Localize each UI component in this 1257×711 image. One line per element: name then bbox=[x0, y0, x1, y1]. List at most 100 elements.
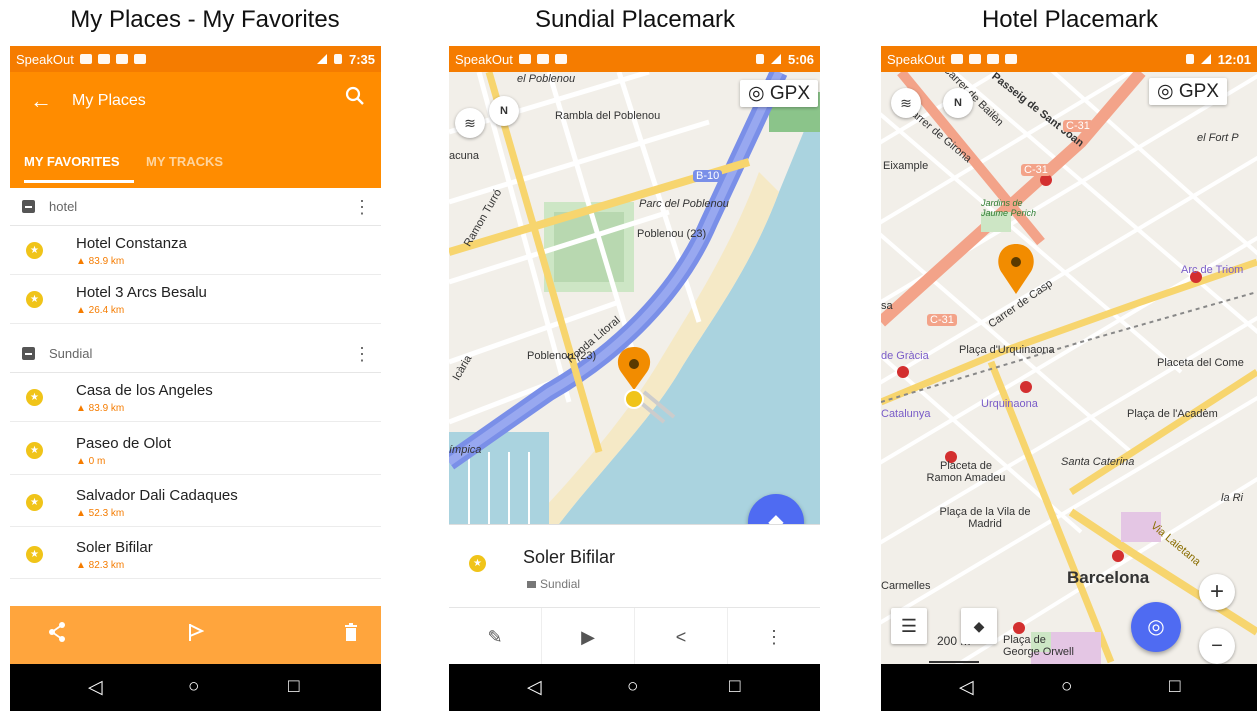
chat-icon bbox=[518, 54, 531, 64]
map-label: Plaça de George Orwell bbox=[1003, 634, 1074, 658]
nav-home-icon[interactable]: ○ bbox=[1061, 676, 1072, 698]
phone-my-places: SpeakOut 7:35 ← My Places MY FAVORITES M… bbox=[10, 46, 381, 711]
zoom-out-icon[interactable]: − bbox=[1199, 628, 1235, 664]
search-icon[interactable] bbox=[345, 86, 365, 112]
item-distance: ▲ 0 m bbox=[76, 456, 106, 467]
zoom-in-icon[interactable]: + bbox=[1199, 574, 1235, 610]
menu-icon[interactable]: ☰ bbox=[891, 608, 927, 644]
system-nav-bar: ◁ ○ □ bbox=[881, 664, 1257, 711]
list-item[interactable]: ★ Paseo de Olot ▲ 0 m bbox=[10, 426, 381, 475]
map-label: de Gràcia bbox=[881, 350, 929, 362]
layers-icon[interactable]: ≋ bbox=[891, 88, 921, 118]
map-label: Placeta de Ramon Amadeu bbox=[926, 460, 1006, 484]
map-view[interactable]: Carrer de Bailèn Passeig de Sant Joan Ca… bbox=[881, 72, 1257, 664]
flag-icon[interactable] bbox=[188, 622, 205, 648]
compass-icon[interactable]: N bbox=[943, 88, 973, 118]
image-icon bbox=[554, 54, 567, 64]
share-icon[interactable] bbox=[48, 622, 66, 648]
nav-home-icon[interactable]: ○ bbox=[627, 676, 638, 698]
item-name: Hotel Constanza bbox=[76, 235, 187, 252]
map-label: el Fort P bbox=[1197, 132, 1239, 144]
nav-back-icon[interactable]: ◁ bbox=[88, 676, 103, 699]
layers-icon[interactable]: ≋ bbox=[455, 108, 485, 138]
chat-icon bbox=[79, 54, 92, 64]
directions-icon[interactable]: ◆ bbox=[961, 608, 997, 644]
share-icon[interactable]: < bbox=[635, 608, 728, 665]
category-label: Sundial bbox=[540, 577, 581, 591]
message-icon bbox=[968, 54, 981, 64]
carrier-label: SpeakOut bbox=[16, 51, 74, 67]
clock: 12:01 bbox=[1217, 51, 1251, 67]
item-distance: ▲ 52.3 km bbox=[76, 508, 125, 519]
group-label: Sundial bbox=[49, 346, 93, 361]
page-title: My Places bbox=[72, 92, 146, 109]
image-icon bbox=[986, 54, 999, 64]
road-badge: B-10 bbox=[693, 170, 723, 182]
phone-hotel-placemark: SpeakOut 12:01 Carrer de Bailèn Passeig … bbox=[881, 46, 1257, 711]
delete-icon[interactable] bbox=[344, 622, 358, 648]
item-name: Casa de los Angeles bbox=[76, 382, 213, 399]
nav-recents-icon[interactable]: □ bbox=[288, 676, 299, 698]
flag-icon[interactable]: ▶ bbox=[542, 608, 635, 665]
location-icon bbox=[755, 54, 764, 64]
nav-back-icon[interactable]: ◁ bbox=[527, 676, 542, 699]
gpx-button[interactable]: ◎ GPX bbox=[1149, 78, 1227, 105]
road-badge: C-31 bbox=[927, 314, 957, 326]
list-item[interactable]: ★ Casa de los Angeles ▲ 83.9 km bbox=[10, 373, 381, 422]
status-bar: SpeakOut 7:35 bbox=[10, 46, 381, 72]
list-item[interactable]: ★ Salvador Dali Cadaques ▲ 52.3 km bbox=[10, 478, 381, 527]
group-header-hotel[interactable]: hotel ⋮ bbox=[10, 188, 381, 226]
app-bar: ← My Places MY FAVORITES MY TRACKS bbox=[10, 72, 381, 188]
road-badge: C-31 bbox=[1063, 120, 1093, 132]
tab-my-tracks[interactable]: MY TRACKS bbox=[146, 154, 223, 169]
phone-sundial-placemark: SpeakOut 5:06 el Poblenou Rambla del Pob… bbox=[449, 46, 820, 711]
road-badge: C-31 bbox=[1021, 164, 1051, 176]
edit-icon[interactable]: ✎ bbox=[449, 608, 542, 665]
map-label: Arc de Triom bbox=[1181, 264, 1244, 276]
action-bar bbox=[10, 606, 381, 664]
map-label: sa bbox=[881, 300, 893, 312]
group-header-sundial[interactable]: Sundial ⋮ bbox=[10, 335, 381, 373]
placemark-card: ★ Soler Bifilar Sundial ✎ ▶ < ⋮ bbox=[449, 524, 820, 665]
panel-title-my-places: My Places - My Favorites bbox=[70, 6, 340, 33]
nav-recents-icon[interactable]: □ bbox=[729, 676, 740, 698]
star-icon: ★ bbox=[26, 389, 43, 406]
placemark-category: Sundial bbox=[527, 577, 580, 591]
message-icon bbox=[97, 54, 110, 64]
map-label: Placeta del Come bbox=[1157, 357, 1244, 369]
star-icon: ★ bbox=[26, 494, 43, 511]
mail-icon bbox=[1004, 54, 1017, 64]
map-label: Barcelona bbox=[1067, 568, 1150, 587]
list-item[interactable]: ★ Hotel 3 Arcs Besalu ▲ 26.4 km bbox=[10, 275, 381, 324]
list-item[interactable]: ★ Hotel Constanza ▲ 83.9 km bbox=[10, 226, 381, 275]
map-view[interactable]: el Poblenou Rambla del Poblenou Parc del… bbox=[449, 72, 820, 524]
gpx-button[interactable]: ◎ GPX bbox=[740, 80, 818, 107]
star-icon: ★ bbox=[26, 442, 43, 459]
map-label: Jardins de Jaume Perich bbox=[981, 198, 1037, 218]
placemark-actions: ✎ ▶ < ⋮ bbox=[449, 607, 820, 665]
folder-icon bbox=[527, 581, 536, 588]
map-label: ímpica bbox=[449, 444, 482, 456]
map-label: Eixample bbox=[883, 160, 929, 172]
nav-back-icon[interactable]: ◁ bbox=[959, 676, 974, 699]
clock: 7:35 bbox=[348, 51, 375, 67]
nav-recents-icon[interactable]: □ bbox=[1169, 676, 1180, 698]
item-distance: ▲ 82.3 km bbox=[76, 560, 125, 571]
collapse-icon[interactable] bbox=[22, 347, 35, 360]
map-label: Catalunya bbox=[881, 408, 931, 420]
more-vert-icon[interactable]: ⋮ bbox=[353, 345, 371, 363]
compass-icon[interactable]: N bbox=[489, 96, 519, 126]
my-location-fab-icon[interactable]: ◎ bbox=[1131, 602, 1181, 652]
collapse-icon[interactable] bbox=[22, 200, 35, 213]
list-item[interactable]: ★ Soler Bifilar ▲ 82.3 km bbox=[10, 530, 381, 579]
back-arrow-icon[interactable]: ← bbox=[30, 88, 52, 114]
image-icon bbox=[115, 54, 128, 64]
tab-my-favorites[interactable]: MY FAVORITES bbox=[24, 154, 120, 169]
star-icon: ★ bbox=[26, 291, 43, 308]
more-vert-icon[interactable]: ⋮ bbox=[728, 608, 820, 665]
tab-indicator bbox=[24, 180, 134, 183]
map-label: la Ri bbox=[1221, 492, 1244, 504]
nav-home-icon[interactable]: ○ bbox=[188, 676, 199, 698]
more-vert-icon[interactable]: ⋮ bbox=[353, 198, 371, 216]
item-name: Paseo de Olot bbox=[76, 435, 172, 452]
